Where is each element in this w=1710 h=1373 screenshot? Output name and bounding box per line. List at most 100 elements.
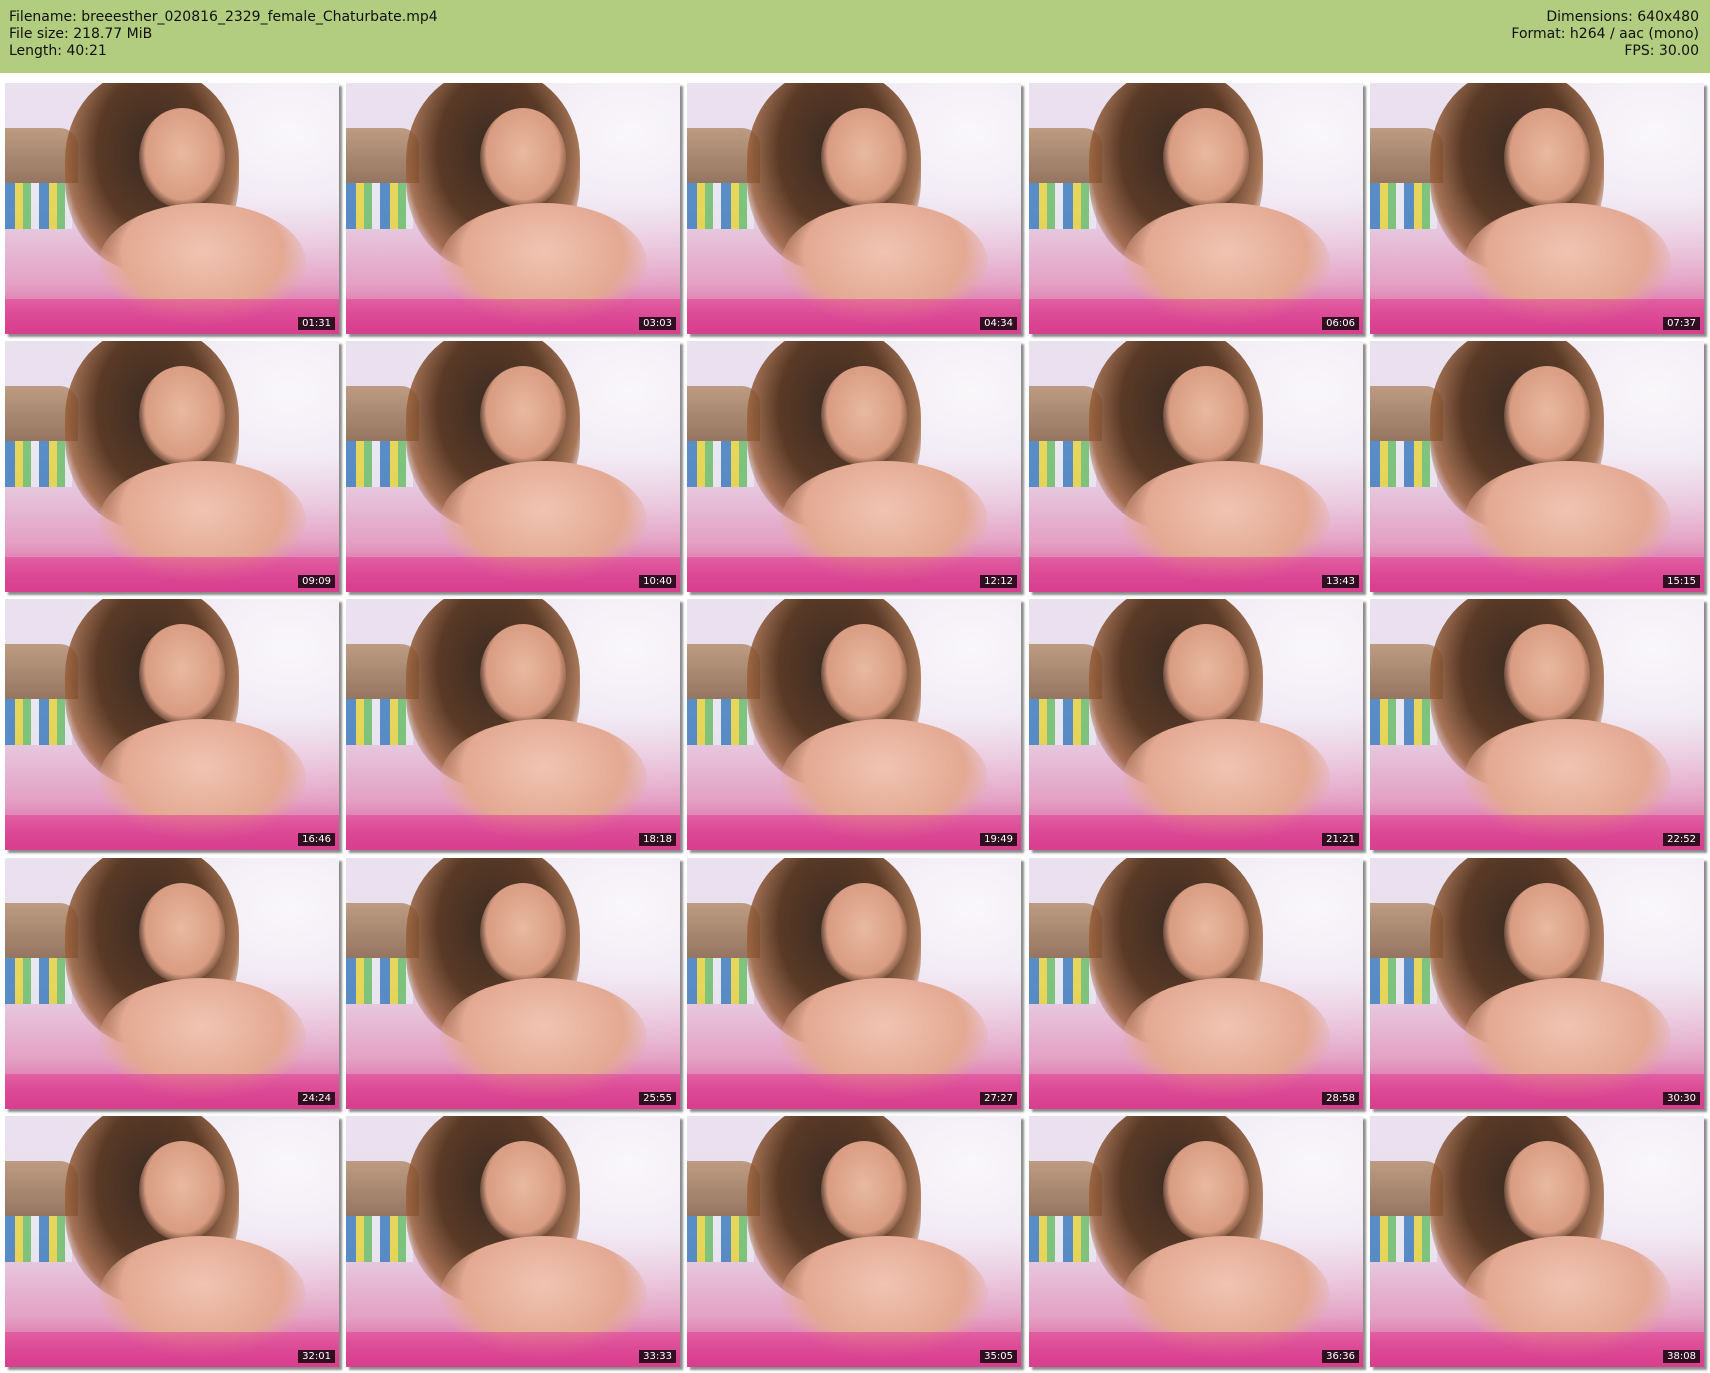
thumbnail-pillow: [687, 441, 754, 487]
thumbnail-bed: [346, 1073, 680, 1109]
thumbnail-bed: [5, 814, 339, 850]
thumbnail-bed: [1370, 1331, 1704, 1367]
video-thumbnail: 19:49: [687, 599, 1021, 850]
thumbnail-timestamp: 30:30: [1663, 1092, 1700, 1105]
thumbnail-pillow: [346, 183, 413, 229]
thumbnail-face: [138, 108, 226, 209]
thumbnail-grid: 01:31 03:03 04:34 06:06 07:37 09:09 10:40 12:12…: [0, 73, 1710, 1373]
thumbnail-pillow: [5, 699, 72, 745]
fps-text: FPS: 30.00: [1624, 43, 1699, 59]
thumbnail-timestamp: 24:24: [298, 1092, 335, 1105]
thumbnail-timestamp: 22:52: [1663, 833, 1700, 846]
info-header: Filename: breeesther_020816_2329_female_…: [0, 0, 1710, 73]
thumbnail-bed: [5, 298, 339, 334]
thumbnail-bed: [1370, 1073, 1704, 1109]
thumbnail-timestamp: 21:21: [1322, 833, 1359, 846]
thumbnail-pillow: [1370, 958, 1437, 1004]
thumbnail-bed: [1029, 556, 1363, 592]
thumbnail-bed: [1029, 1331, 1363, 1367]
thumbnail-timestamp: 25:55: [639, 1092, 676, 1105]
thumbnail-pillow: [687, 958, 754, 1004]
thumbnail-bed: [1029, 298, 1363, 334]
thumbnail-face: [820, 1141, 908, 1242]
thumbnail-face: [138, 624, 226, 725]
thumbnail-face: [1162, 624, 1250, 725]
video-thumbnail: 01:31: [5, 83, 339, 334]
video-thumbnail: 28:58: [1029, 858, 1363, 1109]
thumbnail-timestamp: 18:18: [639, 833, 676, 846]
thumbnail-face: [138, 883, 226, 984]
thumbnail-bed: [687, 298, 1021, 334]
thumbnail-bed: [687, 814, 1021, 850]
thumbnail-pillow: [346, 1216, 413, 1262]
length-text: Length: 40:21: [9, 43, 107, 59]
thumbnail-pillow: [346, 958, 413, 1004]
thumbnail-bed: [346, 1331, 680, 1367]
video-thumbnail: 07:37: [1370, 83, 1704, 334]
thumbnail-timestamp: 19:49: [980, 833, 1017, 846]
thumbnail-bed: [1370, 814, 1704, 850]
video-thumbnail: 22:52: [1370, 599, 1704, 850]
thumbnail-face: [1162, 366, 1250, 467]
format-text: Format: h264 / aac (mono): [1511, 26, 1699, 42]
thumbnail-bed: [5, 1073, 339, 1109]
thumbnail-bed: [346, 556, 680, 592]
filename-text: Filename: breeesther_020816_2329_female_…: [9, 9, 438, 25]
thumbnail-bed: [687, 1073, 1021, 1109]
thumbnail-timestamp: 06:06: [1322, 317, 1359, 330]
thumbnail-bed: [1370, 298, 1704, 334]
thumbnail-face: [1503, 883, 1591, 984]
thumbnail-timestamp: 07:37: [1663, 317, 1700, 330]
video-thumbnail: 21:21: [1029, 599, 1363, 850]
thumbnail-face: [479, 366, 567, 467]
thumbnail-timestamp: 15:15: [1663, 575, 1700, 588]
thumbnail-pillow: [687, 699, 754, 745]
thumbnail-bed: [1029, 814, 1363, 850]
video-thumbnail: 13:43: [1029, 341, 1363, 592]
video-thumbnail: 18:18: [346, 599, 680, 850]
thumbnail-pillow: [1029, 183, 1096, 229]
thumbnail-pillow: [1029, 1216, 1096, 1262]
video-thumbnail: 10:40: [346, 341, 680, 592]
thumbnail-bed: [5, 1331, 339, 1367]
thumbnail-pillow: [1029, 699, 1096, 745]
thumbnail-timestamp: 38:08: [1663, 1350, 1700, 1363]
thumbnail-timestamp: 01:31: [298, 317, 335, 330]
video-thumbnail: 06:06: [1029, 83, 1363, 334]
file-info-left: Filename: breeesther_020816_2329_female_…: [9, 9, 438, 60]
video-thumbnail: 36:36: [1029, 1116, 1363, 1367]
video-thumbnail: 35:05: [687, 1116, 1021, 1367]
thumbnail-timestamp: 10:40: [639, 575, 676, 588]
video-thumbnail: 30:30: [1370, 858, 1704, 1109]
video-thumbnail: 25:55: [346, 858, 680, 1109]
thumbnail-face: [1503, 108, 1591, 209]
thumbnail-timestamp: 32:01: [298, 1350, 335, 1363]
thumbnail-face: [820, 366, 908, 467]
thumbnail-bed: [346, 298, 680, 334]
thumbnail-pillow: [1370, 183, 1437, 229]
video-thumbnail: 12:12: [687, 341, 1021, 592]
thumbnail-face: [479, 624, 567, 725]
thumbnail-face: [1162, 883, 1250, 984]
thumbnail-face: [479, 108, 567, 209]
thumbnail-face: [820, 108, 908, 209]
thumbnail-bed: [346, 814, 680, 850]
thumbnail-bed: [687, 1331, 1021, 1367]
thumbnail-face: [1503, 624, 1591, 725]
thumbnail-timestamp: 13:43: [1322, 575, 1359, 588]
thumbnail-pillow: [1370, 1216, 1437, 1262]
file-info-right: Dimensions: 640x480 Format: h264 / aac (…: [1511, 9, 1699, 60]
thumbnail-pillow: [5, 1216, 72, 1262]
thumbnail-face: [1162, 1141, 1250, 1242]
thumbnail-face: [820, 624, 908, 725]
thumbnail-pillow: [687, 1216, 754, 1262]
thumbnail-face: [138, 366, 226, 467]
video-thumbnail: 33:33: [346, 1116, 680, 1367]
thumbnail-face: [1503, 1141, 1591, 1242]
thumbnail-timestamp: 04:34: [980, 317, 1017, 330]
thumbnail-pillow: [1370, 699, 1437, 745]
thumbnail-face: [479, 883, 567, 984]
thumbnail-bed: [1370, 556, 1704, 592]
thumbnail-pillow: [5, 441, 72, 487]
video-thumbnail: 24:24: [5, 858, 339, 1109]
